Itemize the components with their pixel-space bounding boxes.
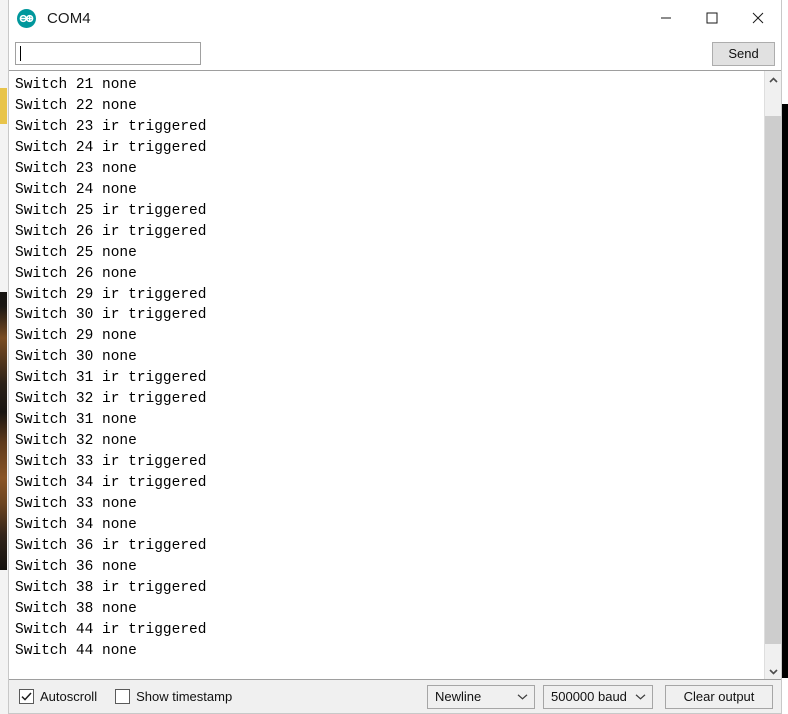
background-right-edge <box>782 0 788 714</box>
console-text[interactable]: Switch 21 none Switch 22 none Switch 23 … <box>9 71 764 679</box>
send-input-wrapper <box>15 42 706 65</box>
console-line: Switch 34 ir triggered <box>15 475 207 492</box>
console-line: Switch 26 none <box>15 265 137 282</box>
arduino-logo-icon <box>17 8 36 28</box>
serial-monitor-window: COM4 Send Switch 21 none Switch 22 none … <box>8 0 782 714</box>
console-line: Switch 24 ir triggered <box>15 139 207 156</box>
baud-rate-value: 500000 baud <box>551 689 627 704</box>
send-input[interactable] <box>15 42 201 65</box>
chevron-down-icon <box>632 693 648 700</box>
check-icon <box>21 688 32 706</box>
text-caret <box>20 46 21 61</box>
maximize-icon <box>706 12 718 24</box>
send-bar: Send <box>9 37 781 70</box>
send-button[interactable]: Send <box>712 41 775 66</box>
console-line: Switch 32 ir triggered <box>15 391 207 408</box>
autoscroll-checkbox-box[interactable] <box>19 689 34 704</box>
line-ending-value: Newline <box>435 689 482 704</box>
console-line: Switch 31 none <box>15 412 137 429</box>
console-line: Switch 25 none <box>15 244 137 261</box>
scrollbar-down-button[interactable] <box>765 662 781 679</box>
minimize-button[interactable] <box>643 0 689 36</box>
status-bar: Autoscroll Show timestamp Newline 500000… <box>9 680 781 713</box>
console-line: Switch 26 ir triggered <box>15 223 207 240</box>
console-line: Switch 44 none <box>15 642 137 659</box>
chevron-up-icon <box>768 71 778 89</box>
scrollbar-up-button[interactable] <box>765 71 781 88</box>
background-window-tab-sliver <box>0 88 7 124</box>
console-output-area: Switch 21 none Switch 22 none Switch 23 … <box>9 70 781 680</box>
baud-rate-dropdown[interactable]: 500000 baud <box>543 684 653 709</box>
console-line: Switch 38 none <box>15 600 137 617</box>
console-line: Switch 36 none <box>15 558 137 575</box>
console-line: Switch 22 none <box>15 97 137 114</box>
chevron-down-icon <box>768 662 778 680</box>
console-line: Switch 32 none <box>15 433 137 450</box>
autoscroll-label: Autoscroll <box>40 689 98 704</box>
console-line: Switch 21 none <box>15 77 137 93</box>
chevron-down-icon <box>514 693 530 700</box>
background-window-image-sliver <box>0 292 7 570</box>
show-timestamp-checkbox[interactable]: Show timestamp <box>115 689 232 704</box>
console-line: Switch 24 none <box>15 181 137 198</box>
title-bar-left: COM4 <box>9 8 91 28</box>
autoscroll-checkbox[interactable]: Autoscroll <box>19 689 97 704</box>
console-line: Switch 38 ir triggered <box>15 579 207 596</box>
console-line: Switch 29 ir triggered <box>15 286 207 303</box>
console-line: Switch 44 ir triggered <box>15 621 207 638</box>
console-line: Switch 33 none <box>15 496 137 513</box>
window-controls <box>643 0 781 36</box>
console-line: Switch 23 ir triggered <box>15 118 207 135</box>
scrollbar-track[interactable] <box>765 88 781 662</box>
console-line: Switch 25 ir triggered <box>15 202 207 219</box>
console-line: Switch 31 ir triggered <box>15 370 207 387</box>
close-button[interactable] <box>735 0 781 36</box>
console-line: Switch 23 none <box>15 160 137 177</box>
console-line: Switch 33 ir triggered <box>15 454 207 471</box>
console-line: Switch 30 ir triggered <box>15 307 207 324</box>
console-line: Switch 36 ir triggered <box>15 537 207 554</box>
show-timestamp-label: Show timestamp <box>136 689 233 704</box>
title-bar: COM4 <box>9 0 781 37</box>
line-ending-dropdown[interactable]: Newline <box>427 684 535 709</box>
clear-output-button[interactable]: Clear output <box>665 684 773 709</box>
background-right-black-sliver <box>782 104 788 678</box>
console-line: Switch 30 none <box>15 349 137 366</box>
window-title: COM4 <box>47 9 91 27</box>
maximize-button[interactable] <box>689 0 735 36</box>
console-line: Switch 29 none <box>15 328 137 345</box>
show-timestamp-checkbox-box[interactable] <box>115 689 131 704</box>
close-icon <box>752 12 764 24</box>
console-scrollbar[interactable] <box>764 71 781 679</box>
minimize-icon <box>660 12 672 24</box>
console-line: Switch 34 none <box>15 517 137 534</box>
scrollbar-thumb[interactable] <box>765 116 781 644</box>
